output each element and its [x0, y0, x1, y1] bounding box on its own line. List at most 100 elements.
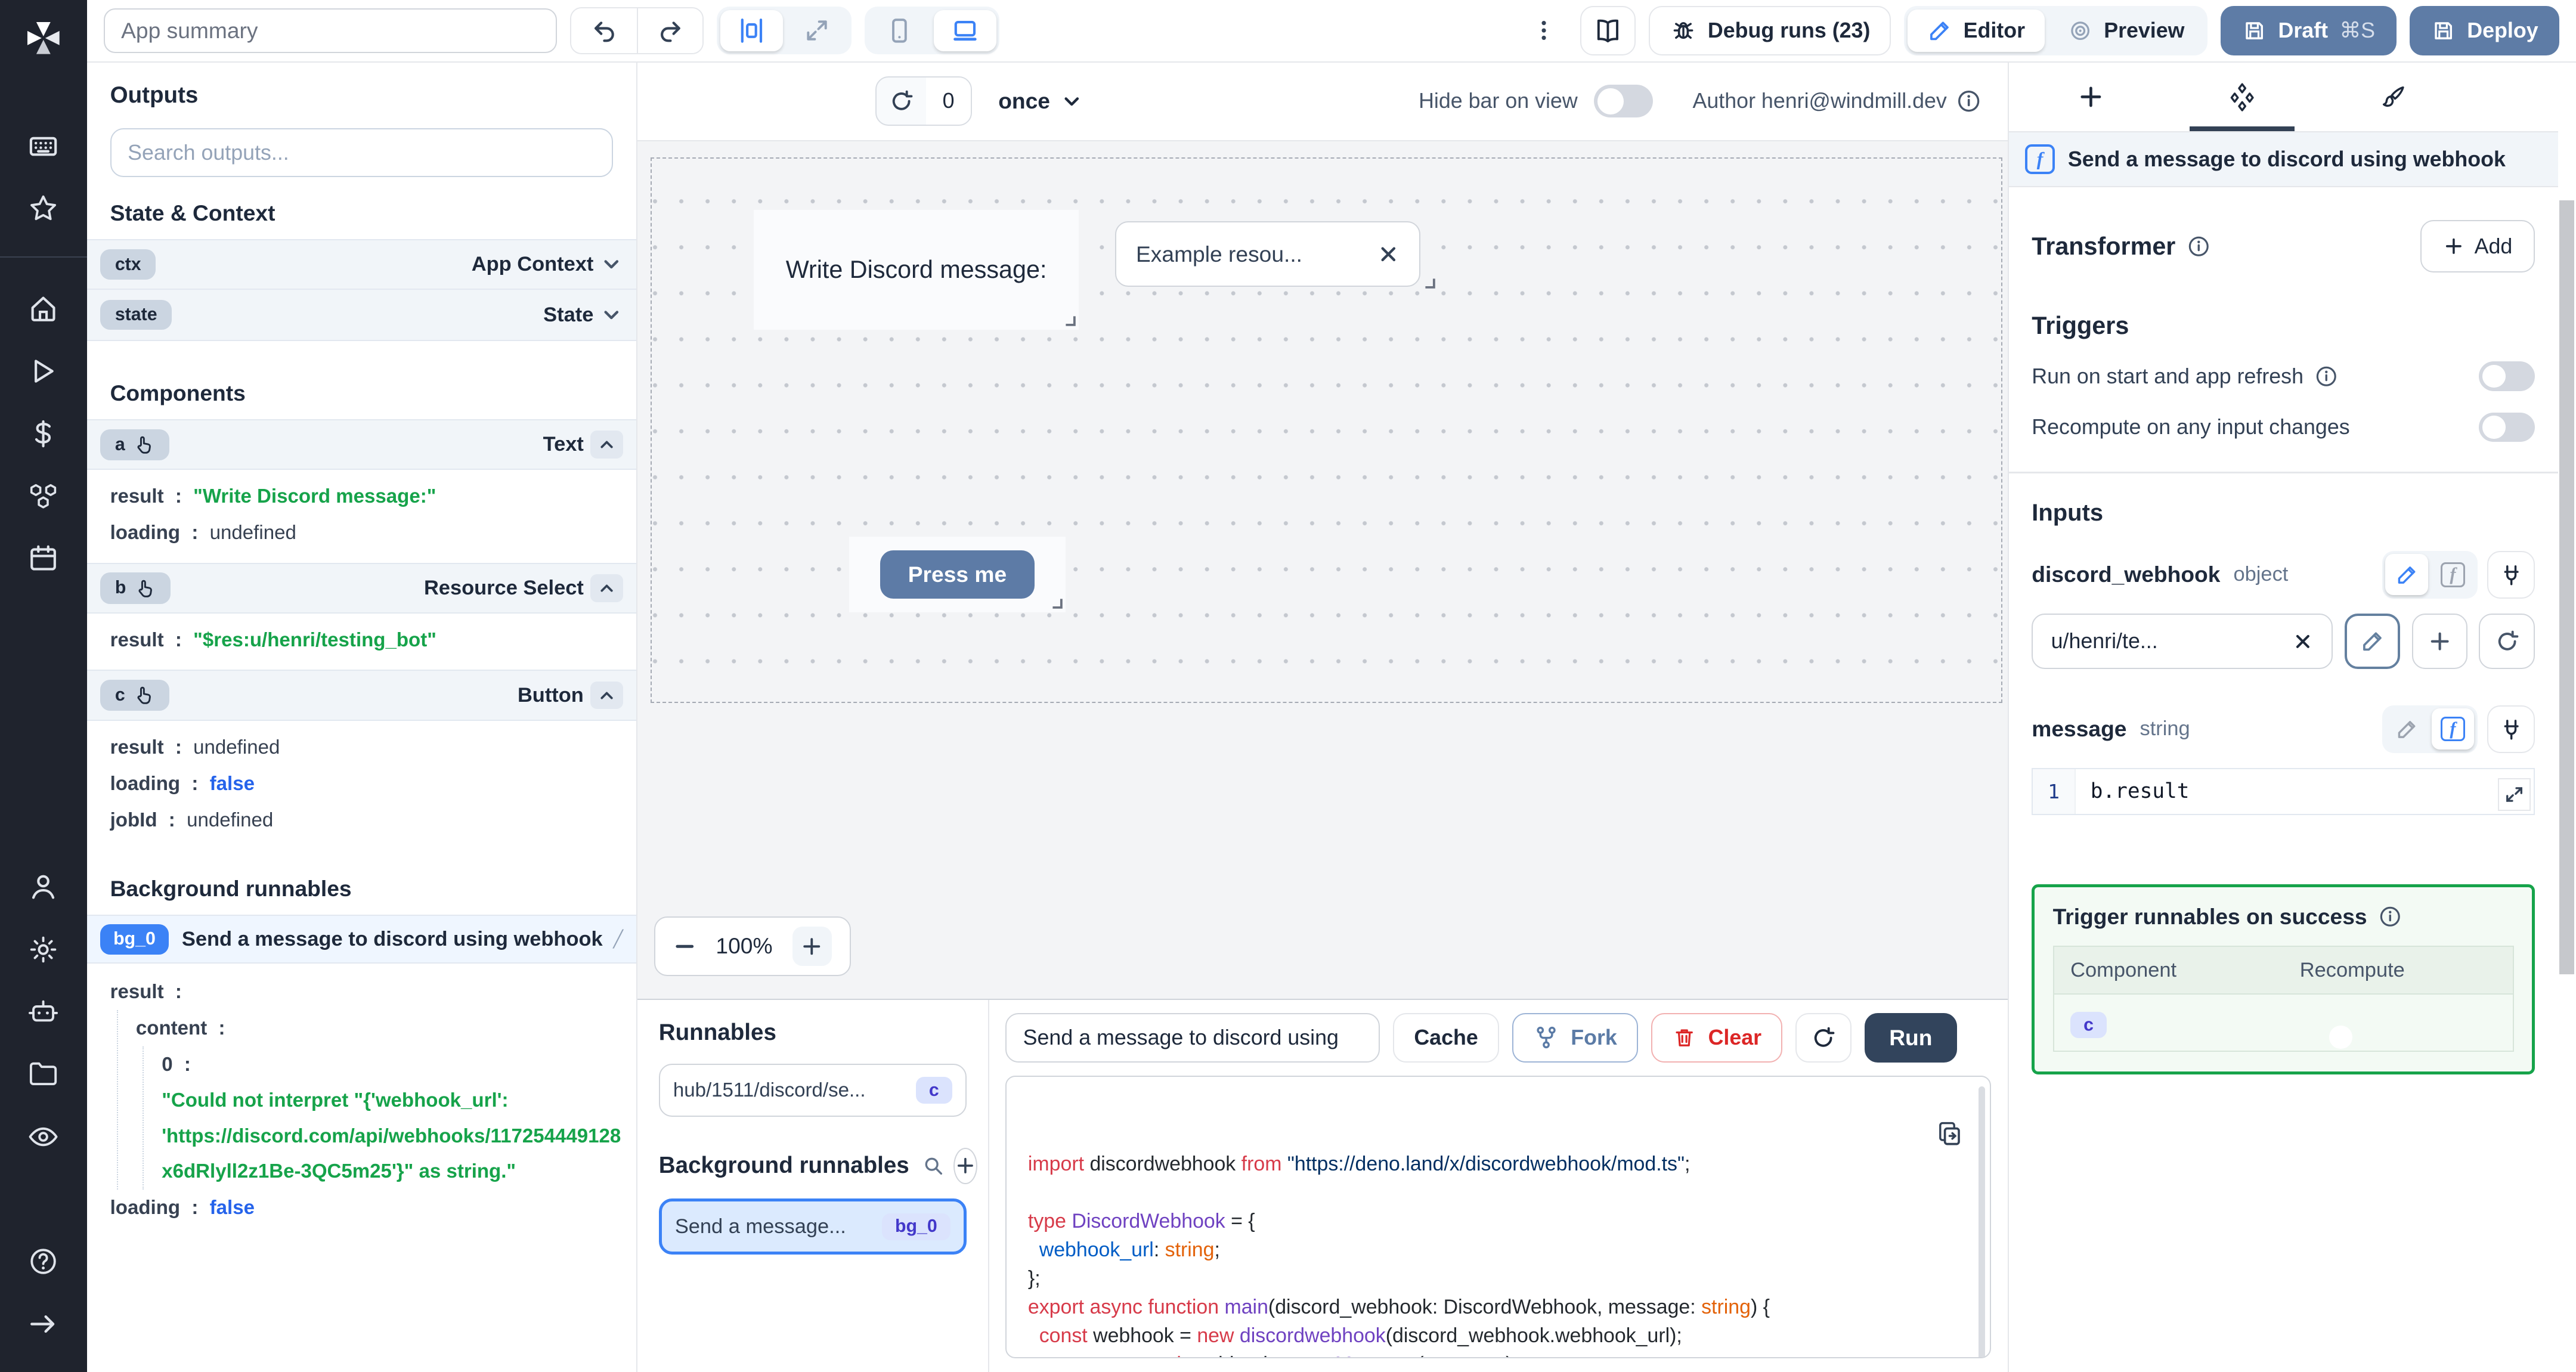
schedules-calendar-icon[interactable] — [27, 542, 60, 575]
debug-runs-button[interactable]: Debug runs (23) — [1649, 6, 1891, 55]
output-row-state[interactable]: state State — [87, 290, 636, 341]
resource-select-component[interactable]: Example resou... — [1114, 221, 1421, 287]
apps-board-icon[interactable] — [27, 130, 60, 163]
draft-button[interactable]: Draft ⌘S — [2221, 6, 2397, 55]
deploy-button[interactable]: Deploy — [2409, 6, 2560, 55]
component-row-b[interactable]: b Resource Select — [87, 562, 636, 614]
fullscreen-button[interactable] — [786, 10, 849, 51]
zoom-out-button[interactable] — [673, 935, 696, 958]
center-layout-button[interactable] — [720, 10, 783, 51]
cache-button[interactable]: Cache — [1393, 1013, 1499, 1063]
resize-handle[interactable] — [1424, 277, 1435, 289]
expand-editor-button[interactable] — [2497, 778, 2531, 811]
tab-styling[interactable] — [2318, 63, 2469, 132]
static-mode-button[interactable] — [2385, 554, 2429, 596]
edit-resource-button[interactable] — [2344, 613, 2401, 670]
connect-plug-button[interactable] — [2487, 550, 2535, 599]
refresh-count-button[interactable]: 0 — [875, 76, 973, 126]
canvas-grid[interactable]: Write Discord message: Example resou... … — [651, 157, 2003, 704]
resource-value-select[interactable]: u/henri/te... — [2032, 613, 2333, 670]
runs-play-icon[interactable] — [27, 355, 60, 388]
components-title: Components — [110, 380, 246, 405]
plus-icon — [2443, 236, 2464, 257]
search-icon[interactable] — [922, 1155, 944, 1176]
favorites-star-icon[interactable] — [27, 192, 60, 225]
home-icon[interactable] — [27, 292, 60, 325]
collapse-button[interactable] — [590, 431, 623, 459]
add-transformer-button[interactable]: Add — [2420, 220, 2535, 273]
runnable-item-hub[interactable]: hub/1511/discord/se... c — [658, 1064, 967, 1117]
resize-handle[interactable] — [1051, 597, 1063, 609]
run-button[interactable]: Run — [1864, 1013, 1957, 1063]
mobile-view-button[interactable] — [868, 10, 931, 51]
inspector-tabs — [2009, 63, 2558, 132]
recompute-toggle[interactable] — [2479, 412, 2535, 442]
page-scrollbar[interactable] — [2558, 62, 2576, 1372]
clear-select-icon[interactable] — [1377, 243, 1400, 266]
eval-mode-button[interactable]: f — [2431, 708, 2475, 750]
windmill-logo-icon[interactable] — [22, 17, 65, 60]
folders-icon[interactable] — [27, 1058, 60, 1091]
eval-mode-button[interactable]: f — [2432, 554, 2475, 595]
state-badge: state — [100, 299, 172, 330]
code-scrollbar[interactable] — [1978, 1086, 1985, 1358]
code-editor[interactable]: import discordwebhook from "https://deno… — [1005, 1075, 1992, 1359]
runnable-item-bg0-selected[interactable]: Send a message... bg_0 — [658, 1198, 967, 1255]
state-context-title: State & Context — [110, 200, 275, 225]
run-on-start-toggle[interactable] — [2479, 361, 2535, 391]
function-icon: f — [2025, 144, 2055, 175]
more-menu-icon[interactable] — [1521, 17, 1567, 44]
zoom-in-button[interactable] — [792, 926, 832, 966]
component-row-a[interactable]: a Text — [87, 419, 636, 470]
component-row-c[interactable]: c Button — [87, 670, 636, 721]
clear-button[interactable]: Clear — [1651, 1013, 1783, 1063]
resources-cubes-icon[interactable] — [27, 479, 60, 512]
collapse-button[interactable] — [590, 681, 623, 710]
connect-plug-button[interactable] — [2487, 705, 2535, 753]
mode-segment: Editor Preview — [1904, 6, 2208, 55]
diamonds-icon — [2227, 81, 2258, 112]
fork-button[interactable]: Fork — [1512, 1013, 1638, 1063]
static-mode-button[interactable] — [2385, 708, 2428, 750]
message-expr-editor[interactable]: 1 b.result — [2032, 767, 2535, 816]
collapse-arrow-icon[interactable] — [27, 1308, 60, 1340]
output-row-ctx[interactable]: ctx App Context — [87, 239, 636, 290]
press-me-button[interactable]: Press me — [880, 550, 1035, 599]
tab-component-settings[interactable] — [2166, 63, 2317, 132]
settings-gear-icon[interactable] — [27, 933, 60, 966]
add-resource-button[interactable] — [2411, 613, 2468, 670]
copy-code-icon[interactable] — [1936, 1119, 1964, 1147]
tab-preview[interactable]: Preview — [2048, 10, 2205, 52]
schedule-select[interactable]: once — [998, 88, 1083, 114]
hand-pointer-icon — [133, 434, 154, 456]
reload-button[interactable] — [1795, 1013, 1852, 1063]
undo-button[interactable] — [571, 8, 637, 53]
audit-eye-icon[interactable] — [27, 1120, 60, 1153]
tab-editor[interactable]: Editor — [1907, 9, 2045, 52]
docs-book-button[interactable] — [1580, 6, 1636, 55]
desktop-view-button[interactable] — [934, 10, 996, 51]
search-outputs-input[interactable]: Search outputs... — [110, 128, 614, 178]
help-icon[interactable] — [27, 1245, 60, 1278]
tab-insert-component[interactable] — [2015, 63, 2166, 132]
scrollbar-thumb[interactable] — [2559, 200, 2575, 974]
hide-bar-toggle[interactable] — [1594, 85, 1654, 118]
app-summary-input[interactable]: App summary — [103, 8, 557, 53]
button-component[interactable]: Press me — [849, 537, 1066, 612]
field-discord-webhook: discord_webhook object f u/henri/te... — [2032, 550, 2535, 670]
add-runnable-button[interactable] — [953, 1147, 977, 1184]
script-name-input[interactable]: Send a message to discord using — [1005, 1013, 1380, 1063]
refresh-resource-button[interactable] — [2479, 613, 2535, 670]
error-string: "Could not interpret "{'webhook_url':'ht… — [162, 1089, 621, 1183]
clear-resource-icon[interactable] — [2292, 631, 2314, 652]
resize-handle[interactable] — [1064, 315, 1076, 326]
redo-button[interactable] — [637, 8, 703, 53]
text-component[interactable]: Write Discord message: — [753, 209, 1079, 330]
variables-dollar-icon[interactable] — [27, 417, 60, 450]
workers-robot-icon[interactable] — [27, 996, 60, 1029]
canvas-column: 0 once Hide bar on view Author henri@win… — [637, 62, 2008, 1372]
collapse-button[interactable] — [590, 574, 623, 602]
bg-runnable-row[interactable]: bg_0 Send a message to discord using web… — [87, 915, 636, 964]
user-icon[interactable] — [27, 871, 60, 903]
app-canvas[interactable]: Write Discord message: Example resou... … — [637, 141, 2008, 999]
